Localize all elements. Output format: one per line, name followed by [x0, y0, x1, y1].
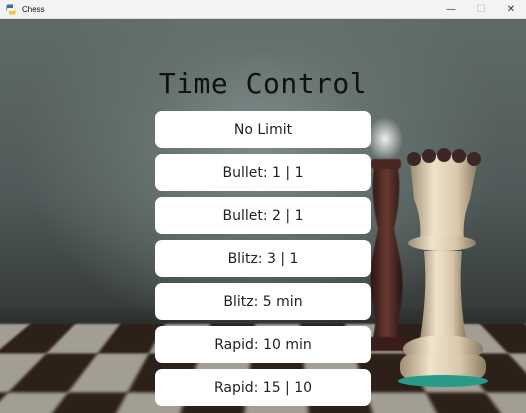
window-controls: — ☐ ✕	[436, 0, 526, 19]
time-control-menu: No Limit Bullet: 1 | 1 Bullet: 2 | 1 Bli…	[155, 111, 371, 412]
window-titlebar[interactable]: Chess — ☐ ✕	[0, 0, 526, 19]
window-title: Chess	[22, 4, 45, 14]
time-control-blitz-5-button[interactable]: Blitz: 5 min	[155, 283, 371, 320]
minimize-button[interactable]: —	[436, 0, 466, 19]
time-control-rapid-15-10-button[interactable]: Rapid: 15 | 10	[155, 369, 371, 406]
python-icon	[6, 4, 16, 15]
maximize-button[interactable]: ☐	[466, 0, 496, 19]
time-control-bullet-2-1-button[interactable]: Bullet: 2 | 1	[155, 197, 371, 234]
dark-king-piece	[366, 117, 408, 351]
time-control-blitz-3-1-button[interactable]: Blitz: 3 | 1	[155, 240, 371, 277]
page-title: Time Control	[158, 67, 368, 100]
time-control-rapid-10-button[interactable]: Rapid: 10 min	[155, 326, 371, 363]
close-button[interactable]: ✕	[496, 0, 526, 19]
time-control-no-limit-button[interactable]: No Limit	[155, 111, 371, 148]
white-queen-piece	[398, 148, 488, 387]
time-control-bullet-1-1-button[interactable]: Bullet: 1 | 1	[155, 154, 371, 191]
